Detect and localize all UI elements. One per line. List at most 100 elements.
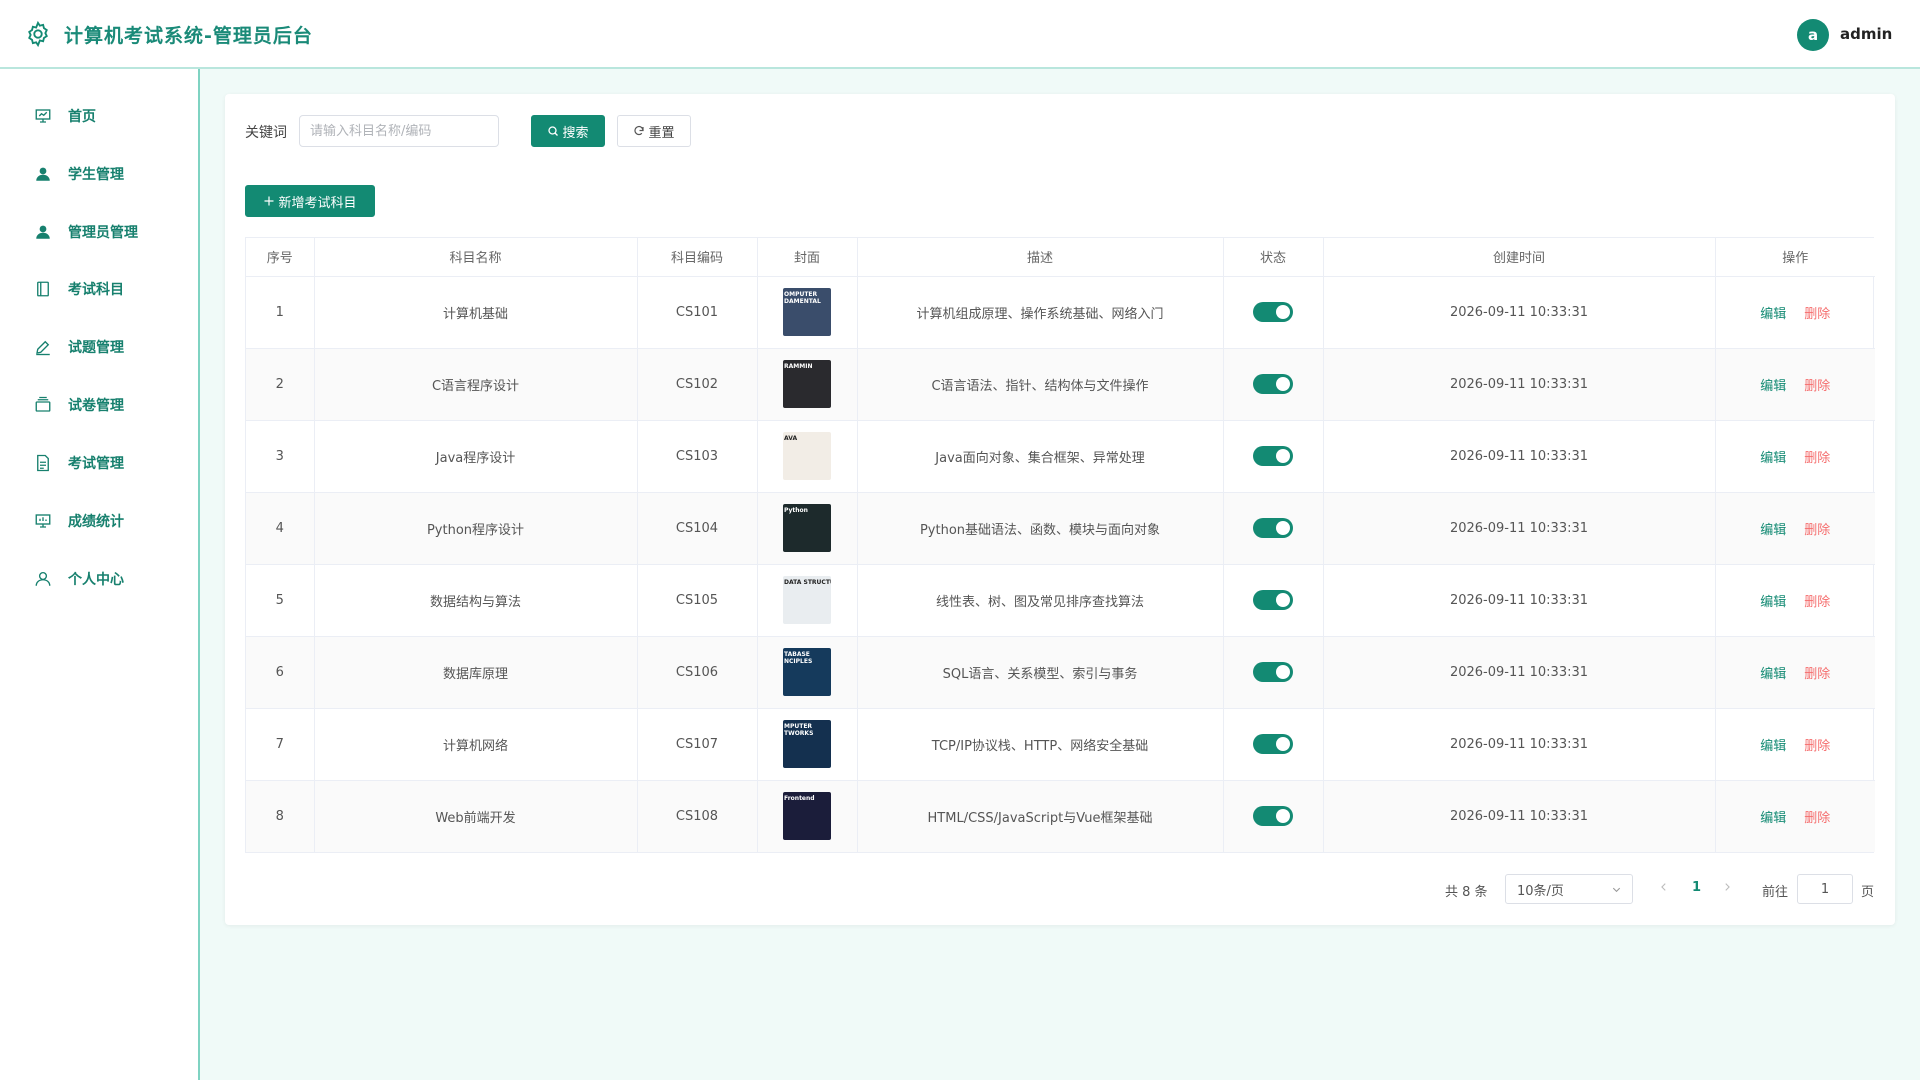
pagination-total: 共 8 条 bbox=[1445, 885, 1488, 900]
delete-link[interactable]: 删除 bbox=[1804, 523, 1830, 538]
sidebar-item-exams[interactable]: 考试管理 bbox=[0, 438, 198, 488]
row-status-cell bbox=[1223, 780, 1324, 852]
sidebar-item-home[interactable]: 首页 bbox=[0, 91, 198, 141]
plus-icon bbox=[264, 196, 274, 206]
status-toggle[interactable] bbox=[1253, 518, 1293, 538]
sidebar-item-label: 试卷管理 bbox=[68, 398, 124, 414]
subject-table: 序号 科目名称 科目编码 封面 描述 状态 创建时间 操作 1 计算机基础 CS10… bbox=[245, 237, 1875, 853]
subject-list-card: 关键词 搜索 重置 新增考试科目 序号 科目名称 科目编码 封面 描述 bbox=[225, 94, 1895, 925]
edit-link[interactable]: 编辑 bbox=[1760, 811, 1786, 826]
username[interactable]: admin bbox=[1840, 25, 1892, 43]
keyword-input[interactable] bbox=[299, 115, 499, 147]
row-cover-cell: Frontend bbox=[757, 780, 858, 852]
row-actions: 编辑 删除 bbox=[1715, 564, 1875, 637]
row-subject-name: 数据库原理 bbox=[314, 636, 638, 709]
delete-link[interactable]: 删除 bbox=[1804, 379, 1830, 394]
search-button[interactable]: 搜索 bbox=[531, 115, 605, 147]
edit-link[interactable]: 编辑 bbox=[1760, 667, 1786, 682]
col-actions-header: 操作 bbox=[1715, 238, 1875, 277]
row-status-cell bbox=[1223, 420, 1324, 493]
gear-icon bbox=[24, 20, 52, 48]
row-subject-name: 计算机基础 bbox=[314, 276, 638, 349]
cover-image-text: MPUTER TWORKS bbox=[784, 723, 814, 737]
row-description: HTML/CSS/JavaScript与Vue框架基础 bbox=[857, 780, 1224, 852]
user-filled-icon bbox=[33, 222, 53, 242]
sidebar-item-admins[interactable]: 管理员管理 bbox=[0, 207, 198, 257]
status-toggle[interactable] bbox=[1253, 806, 1293, 827]
cover-image: MPUTER TWORKS bbox=[783, 720, 831, 768]
sidebar-item-subjects[interactable]: 考试科目 bbox=[0, 264, 198, 314]
row-actions: 编辑 删除 bbox=[1715, 492, 1875, 565]
edit-link[interactable]: 编辑 bbox=[1760, 595, 1786, 610]
sidebar-item-profile[interactable]: 个人中心 bbox=[0, 554, 198, 604]
row-created-time: 2026-09-11 10:33:31 bbox=[1323, 636, 1716, 709]
search-button-label: 搜索 bbox=[562, 125, 589, 141]
status-toggle[interactable] bbox=[1253, 590, 1293, 610]
row-subject-code: CS101 bbox=[637, 276, 758, 349]
edit-link[interactable]: 编辑 bbox=[1760, 523, 1786, 538]
user-filled-icon bbox=[33, 164, 53, 184]
document-icon bbox=[33, 453, 53, 473]
status-toggle[interactable] bbox=[1253, 734, 1293, 754]
edit-link[interactable]: 编辑 bbox=[1760, 451, 1786, 466]
sidebar-item-papers[interactable]: 试卷管理 bbox=[0, 380, 198, 430]
delete-link[interactable]: 删除 bbox=[1804, 811, 1830, 826]
data-board-icon bbox=[33, 511, 53, 531]
status-toggle[interactable] bbox=[1253, 446, 1293, 466]
next-page-button[interactable] bbox=[1722, 880, 1732, 896]
edit-link[interactable]: 编辑 bbox=[1760, 379, 1786, 394]
row-index: 3 bbox=[246, 420, 315, 493]
row-description: TCP/IP协议栈、HTTP、网络安全基础 bbox=[857, 708, 1224, 781]
sidebar-item-label: 个人中心 bbox=[68, 572, 124, 588]
row-created-time: 2026-09-11 10:33:31 bbox=[1323, 276, 1716, 349]
delete-link[interactable]: 删除 bbox=[1804, 595, 1830, 610]
row-subject-code: CS102 bbox=[637, 348, 758, 421]
avatar[interactable]: a bbox=[1797, 19, 1829, 51]
table-row: 5数据结构与算法CS105 DATA STRUCTURES 线性表、树、图及常见排序… bbox=[246, 564, 1875, 637]
sidebar-item-students[interactable]: 学生管理 bbox=[0, 149, 198, 199]
delete-link[interactable]: 删除 bbox=[1804, 307, 1830, 322]
delete-link[interactable]: 删除 bbox=[1804, 451, 1830, 466]
prev-page-button[interactable] bbox=[1659, 880, 1669, 896]
status-toggle[interactable] bbox=[1253, 662, 1293, 682]
cover-image: Python bbox=[783, 504, 831, 552]
row-cover-cell: TABASE NCIPLES bbox=[757, 636, 858, 709]
row-created-time: 2026-09-11 10:33:31 bbox=[1323, 348, 1716, 421]
sidebar-item-label: 首页 bbox=[68, 109, 96, 125]
col-code-header: 科目编码 bbox=[637, 238, 758, 277]
row-description: Java面向对象、集合框架、异常处理 bbox=[857, 420, 1224, 493]
row-index: 8 bbox=[246, 780, 315, 852]
reset-button[interactable]: 重置 bbox=[617, 115, 691, 147]
cover-image: Frontend bbox=[783, 792, 831, 841]
row-description: Python基础语法、函数、模块与面向对象 bbox=[857, 492, 1224, 565]
page-number-1[interactable]: 1 bbox=[1692, 880, 1701, 895]
row-actions: 编辑 删除 bbox=[1715, 780, 1875, 852]
sidebar-item-questions[interactable]: 试题管理 bbox=[0, 322, 198, 372]
app-title: 计算机考试系统-管理员后台 bbox=[64, 25, 313, 47]
sidebar-item-label: 考试科目 bbox=[68, 282, 124, 298]
col-name-header: 科目名称 bbox=[314, 238, 638, 277]
table-row: 7 计算机网络 CS107 MPUTER TWORKS TCP/IP协议栈、HTTP、网… bbox=[246, 708, 1875, 781]
page-size-select[interactable]: 10条/页 bbox=[1505, 874, 1633, 904]
status-toggle[interactable] bbox=[1253, 302, 1293, 322]
row-description: 线性表、树、图及常见排序查找算法 bbox=[857, 564, 1224, 637]
chevron-right-icon bbox=[1725, 883, 1730, 891]
row-cover-cell: Python bbox=[757, 492, 858, 565]
add-subject-button[interactable]: 新增考试科目 bbox=[245, 185, 375, 217]
sidebar-item-scores[interactable]: 成绩统计 bbox=[0, 496, 198, 546]
row-subject-name: 数据结构与算法 bbox=[314, 564, 638, 637]
edit-link[interactable]: 编辑 bbox=[1760, 307, 1786, 322]
delete-link[interactable]: 删除 bbox=[1804, 667, 1830, 682]
status-toggle[interactable] bbox=[1253, 374, 1293, 394]
row-actions: 编辑 删除 bbox=[1715, 420, 1875, 493]
table-row: 2 C语言程序设计 CS102 RAMMIN C语言语法、指针、结构体与文件操作 2026… bbox=[246, 348, 1875, 421]
delete-link[interactable]: 删除 bbox=[1804, 739, 1830, 754]
row-description: SQL语言、关系模型、索引与事务 bbox=[857, 636, 1224, 709]
row-status-cell bbox=[1223, 348, 1324, 421]
edit-link[interactable]: 编辑 bbox=[1760, 739, 1786, 754]
goto-page-input[interactable] bbox=[1797, 874, 1853, 904]
row-index: 4 bbox=[246, 492, 315, 565]
table-header-row: 序号 科目名称 科目编码 封面 描述 状态 创建时间 操作 bbox=[246, 238, 1875, 277]
row-created-time: 2026-09-11 10:33:31 bbox=[1323, 780, 1716, 852]
row-subject-code: CS108 bbox=[637, 780, 758, 852]
